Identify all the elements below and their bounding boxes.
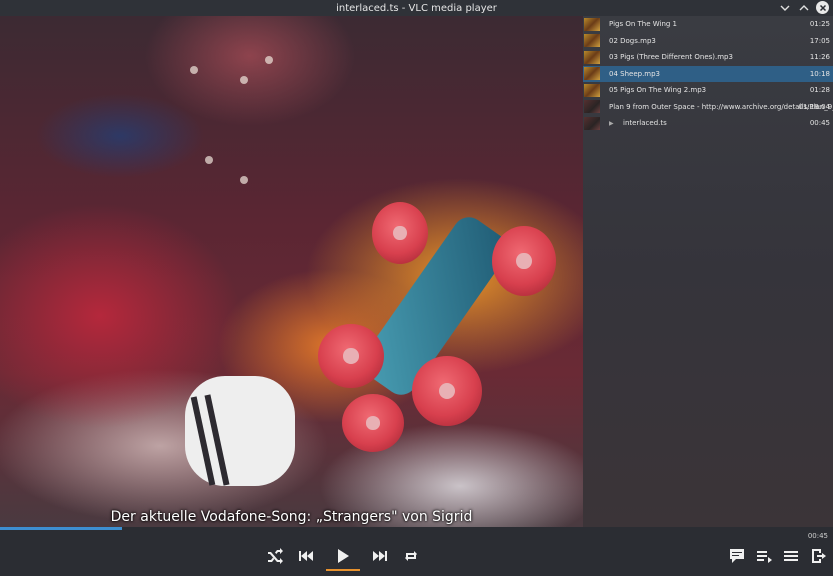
playlist-item-title: Pigs On The Wing 1 [609,20,678,29]
subtitle-text: Der aktuelle Vodafone-Song: „Strangers" … [110,509,473,525]
playlist-item[interactable]: Plan 9 from Outer Space - http://www.arc… [583,99,833,116]
video-thumbnail [584,116,600,130]
exit-icon [812,549,826,563]
next-button[interactable] [369,545,391,567]
playlist-item[interactable]: Pigs On The Wing 1 01:25 [583,16,833,33]
playlist-item-title: 05 Pigs On The Wing 2.mp3 [609,86,707,95]
bokeh-light [240,76,248,84]
menu-button[interactable] [782,547,800,565]
vlc-window: interlaced.ts - VLC media player Der akt… [0,0,833,576]
playlist-item-duration: 01:18:04 [798,102,830,111]
playlist-icon [757,551,772,563]
album-art-thumbnail [584,50,600,64]
play-icon [338,549,349,563]
play-arrow-icon: ▶ [609,119,614,127]
title-bar: interlaced.ts - VLC media player [0,0,833,16]
playback-controls [264,545,422,571]
playlist-item-duration: 11:26 [809,53,830,62]
window-title: interlaced.ts - VLC media player [336,2,497,14]
playlist-item-duration: 01:25 [809,20,830,29]
skate-wheel [372,202,428,264]
chevron-down-icon [780,5,789,11]
speech-bubble-icon [730,549,744,563]
exit-fullscreen-button[interactable] [809,547,827,565]
album-art-thumbnail [584,83,600,97]
playlist-item-title: interlaced.ts [623,119,667,128]
play-button[interactable] [326,545,360,571]
playlist-item[interactable]: 05 Pigs On The Wing 2.mp3 01:28 [583,82,833,99]
skip-previous-icon [299,551,313,561]
album-art-thumbnail [584,17,600,31]
minimize-button[interactable] [778,1,791,14]
playlist-item[interactable]: 03 Pigs (Three Different Ones).mp3 11:26 [583,49,833,66]
skip-next-icon [373,551,387,561]
skate-wheel [492,226,556,296]
playlist-item-title: 04 Sheep.mp3 [609,69,661,78]
previous-button[interactable] [295,545,317,567]
skate-wheel [342,394,404,452]
right-controls [728,547,827,565]
hamburger-menu-icon [784,551,798,561]
playlist-item[interactable]: ▶ interlaced.ts 00:45 [583,115,833,132]
control-bar: 00:45 [0,527,833,576]
maximize-button[interactable] [797,1,810,14]
close-button[interactable] [816,1,829,14]
album-art-thumbnail [584,67,600,81]
chevron-up-icon [799,4,808,10]
playlist-item[interactable]: 02 Dogs.mp3 17:05 [583,33,833,50]
album-art-thumbnail [584,34,600,48]
seek-bar[interactable] [0,527,583,530]
playlist-item-title: 02 Dogs.mp3 [609,36,656,45]
playlist-item-duration: 10:18 [809,69,830,78]
bokeh-light [190,66,198,74]
playlist-item-duration: 17:05 [809,36,830,45]
close-icon [819,4,826,11]
play-indicator [326,569,360,571]
seek-bar-fill [0,527,123,530]
video-thumbnail [584,100,600,114]
shuffle-button[interactable] [264,545,286,567]
bokeh-light [205,156,213,164]
bokeh-light [265,56,273,64]
total-time: 00:45 [807,532,828,540]
playlist-item-duration: 00:45 [809,119,830,128]
subtitles-button[interactable] [728,547,746,565]
repeat-icon [405,551,417,561]
playlist-item-selected[interactable]: 04 Sheep.mp3 10:18 [583,65,833,82]
video-frame[interactable]: Der aktuelle Vodafone-Song: „Strangers" … [0,16,583,527]
playlist-item-duration: 01:28 [809,86,830,95]
repeat-button[interactable] [400,545,422,567]
bokeh-light [240,176,248,184]
window-buttons [778,1,829,14]
shuffle-icon [268,548,283,564]
playlist: Pigs On The Wing 1 01:25 02 Dogs.mp3 17:… [583,16,833,132]
playlist-button[interactable] [755,547,773,565]
skate-wheel [412,356,482,426]
skate-wheel [318,324,384,388]
playlist-item-title: 03 Pigs (Three Different Ones).mp3 [609,53,733,62]
